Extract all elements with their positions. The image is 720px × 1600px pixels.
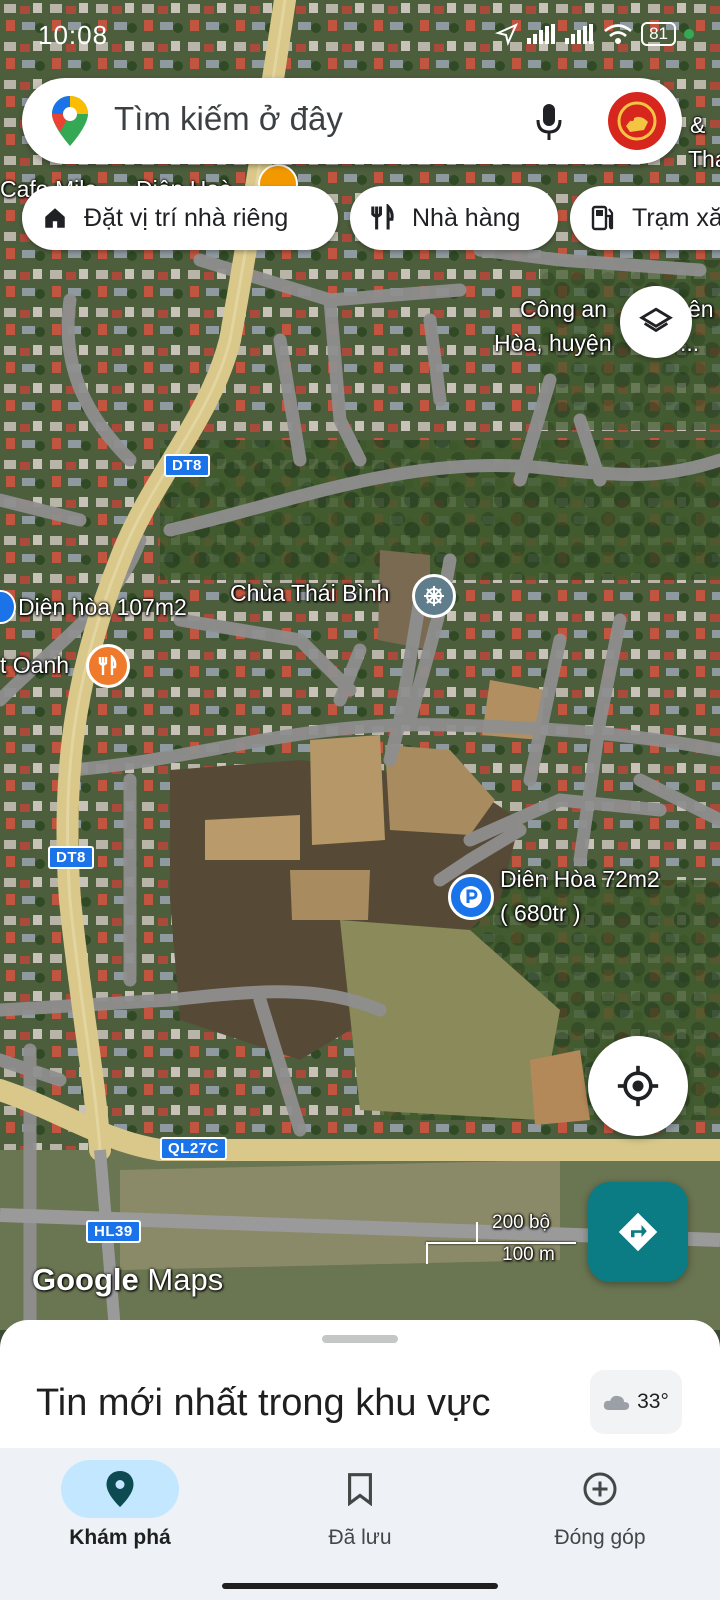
sheet-title: Tin mới nhất trong khu vực [36, 1382, 491, 1424]
road-shield-dt8: DT8 [164, 454, 210, 477]
road-shield-hl39: HL39 [86, 1220, 141, 1243]
nav-saved[interactable]: Đã lưu [270, 1460, 450, 1550]
avatar[interactable] [608, 92, 666, 150]
temple-pin-icon[interactable] [412, 574, 456, 618]
status-time: 10:08 [38, 20, 109, 50]
home-icon [40, 203, 70, 233]
directions-button[interactable] [588, 1182, 688, 1282]
nav-label: Đóng góp [554, 1526, 646, 1549]
chip-restaurants[interactable]: Nhà hàng [350, 186, 558, 250]
microphone-icon[interactable] [534, 102, 564, 142]
layers-button[interactable] [620, 286, 692, 358]
directions-icon [618, 1212, 658, 1252]
map-label-oanh[interactable]: t Oanh [0, 652, 69, 679]
bookmark-icon [348, 1473, 372, 1506]
signal-icon-2 [565, 24, 594, 44]
my-location-button[interactable] [588, 1036, 688, 1136]
sheet-drag-handle[interactable] [322, 1335, 398, 1343]
scale-feet: 200 bộ [492, 1212, 551, 1233]
map-label-ampersand: & [690, 112, 706, 138]
chip-gas-station[interactable]: Trạm xă [570, 186, 720, 250]
maps-logo-word: Maps [147, 1262, 224, 1297]
gesture-bar[interactable] [222, 1583, 498, 1589]
location-arrow-icon [495, 23, 519, 46]
temperature: 33° [637, 1390, 669, 1413]
battery-indicator: 81 [641, 22, 676, 46]
wifi-icon [604, 24, 632, 44]
nav-label: Khám phá [69, 1526, 171, 1549]
explore-pin-icon [106, 1471, 134, 1507]
status-bar: 10:08 81 [0, 0, 720, 70]
scale-bar: 200 bộ 100 m [426, 1212, 576, 1268]
road-shield-ql27c: QL27C [160, 1137, 227, 1160]
map-label-hoa-huyen[interactable]: Hòa, huyện [494, 330, 612, 357]
scale-meters: 100 m [502, 1244, 555, 1265]
search-input[interactable]: Tìm kiếm ở đây [114, 100, 343, 138]
chip-set-home[interactable]: Đặt vị trí nhà riêng [22, 186, 338, 250]
map-label-price-680[interactable]: ( 680tr ) [500, 900, 581, 927]
search-bar[interactable]: Tìm kiếm ở đây [22, 78, 682, 164]
restaurant-pin-icon[interactable] [86, 644, 130, 688]
google-maps-logo: Google Maps [32, 1262, 223, 1298]
parking-pin-icon[interactable] [448, 874, 494, 920]
chip-label: Đặt vị trí nhà riêng [84, 203, 289, 232]
nav-explore[interactable]: Khám phá [30, 1460, 210, 1550]
map-label-dien-hoa-107[interactable]: Diên hòa 107m2 [18, 594, 187, 621]
signal-icon [527, 24, 556, 44]
road-shield-dt8-lower: DT8 [48, 846, 94, 869]
google-maps-pin-icon [52, 96, 88, 146]
nav-contribute[interactable]: Đóng góp [510, 1460, 690, 1550]
layers-icon [639, 307, 673, 333]
crosshair-icon [617, 1065, 659, 1107]
gas-station-icon [588, 203, 618, 233]
map-label-dien-hoa-72[interactable]: Diên Hòa 72m2 [500, 866, 660, 893]
restaurant-icon [368, 203, 398, 233]
charging-dot-icon [684, 29, 694, 39]
nav-active-pill [61, 1460, 179, 1518]
nav-icon-wrap [541, 1460, 659, 1518]
cloud-icon [603, 1395, 630, 1410]
google-logo-word: Google [32, 1262, 139, 1297]
nav-icon-wrap [301, 1460, 419, 1518]
map-label-cong-an[interactable]: Công an [520, 296, 607, 323]
chip-label: Trạm xă [632, 203, 720, 232]
map-label-tha[interactable]: Tha [688, 146, 720, 173]
status-icons: 81 [495, 22, 694, 46]
chip-label: Nhà hàng [412, 203, 521, 232]
map-label-chua-thai-binh[interactable]: Chùa Thái Bình [230, 580, 389, 607]
nav-label: Đã lưu [328, 1526, 392, 1549]
weather-chip[interactable]: 33° [590, 1370, 682, 1434]
add-circle-icon [583, 1472, 617, 1506]
